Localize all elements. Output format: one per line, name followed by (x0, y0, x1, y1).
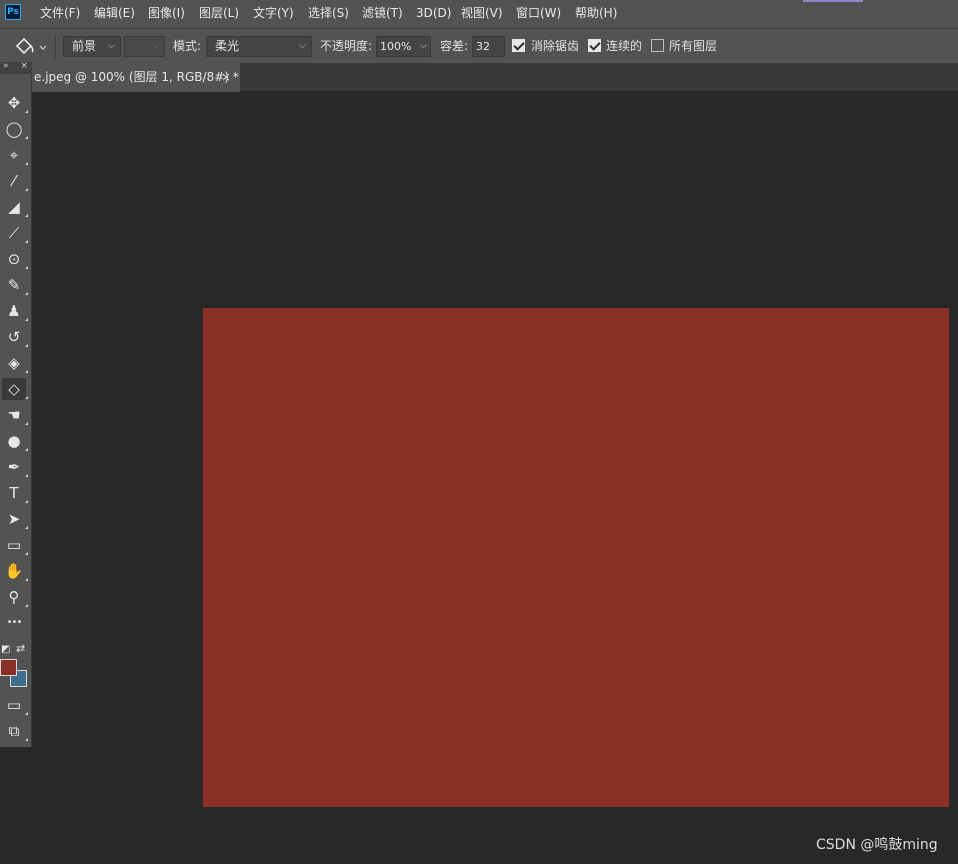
mode-dropdown[interactable]: 柔光 ⌵ (206, 36, 312, 57)
document-canvas[interactable] (203, 308, 949, 807)
app-logo-text: Ps (7, 7, 19, 17)
pen-tool[interactable]: ✒ (2, 456, 28, 478)
options-bar: 前景 ⌵ ⌵ 模式: 柔光 ⌵ 不透明度: 100% ⌵ 容差: 32 消除锯齿… (0, 28, 958, 63)
polygonal-lasso-tool[interactable]: ⌖ (2, 144, 28, 166)
eraser-tool[interactable]: ◈ (2, 352, 28, 374)
menu-help[interactable]: 帮助(H) (575, 4, 617, 22)
close-icon[interactable]: × (221, 63, 231, 92)
move-icon: ✥ (7, 94, 21, 112)
smudge-icon: ☚ (7, 406, 21, 424)
tolerance-field[interactable]: 32 (472, 36, 505, 57)
default-colors-icon[interactable]: ◩ (1, 644, 10, 655)
photoshop-logo-icon[interactable]: Ps (5, 4, 21, 20)
ellipsis-icon: ••• (6, 617, 23, 628)
dodge-icon: ● (7, 432, 21, 450)
magic-wand-icon: ⁄ (12, 172, 16, 190)
document-tab-bar: e.jpeg @ 100% (图层 1, RGB/8#) * × (0, 63, 958, 92)
opacity-value: 100% (380, 40, 412, 53)
path-select-icon: ➤ (7, 510, 21, 528)
history-brush-tool[interactable]: ↺ (2, 326, 28, 348)
menu-filter[interactable]: 滤镜(T) (362, 4, 403, 22)
menu-bar: Ps 文件(F) 编辑(E) 图像(I) 图层(L) 文字(Y) 选择(S) 滤… (0, 0, 958, 28)
contiguous-checkbox[interactable] (588, 39, 601, 52)
document-tab[interactable]: e.jpeg @ 100% (图层 1, RGB/8#) * × (32, 63, 240, 92)
history-brush-icon: ↺ (7, 328, 21, 346)
hand-tool[interactable]: ✋ (2, 560, 28, 582)
more-tools[interactable]: ••• (2, 612, 26, 634)
chevron-down-icon: ⌵ (299, 41, 306, 51)
brush-tool[interactable]: ✎ (2, 274, 28, 296)
all-layers-label: 所有图层 (669, 39, 718, 53)
all-layers-checkbox[interactable] (651, 39, 664, 52)
rectangle-icon: ▭ (6, 536, 22, 554)
expand-icon[interactable]: » (3, 61, 9, 71)
chevron-down-icon: ⌵ (152, 41, 159, 51)
pen-icon: ✒ (7, 458, 21, 476)
magic-wand-tool[interactable]: ⁄ (2, 170, 28, 192)
lasso-icon: ⌖ (9, 146, 19, 164)
screen-mode-icon[interactable]: ⧉ (2, 720, 28, 742)
spot-healing-tool[interactable]: ⊙ (2, 248, 28, 270)
smudge-tool[interactable]: ☚ (2, 404, 28, 426)
opacity-field[interactable]: 100% ⌵ (376, 36, 431, 57)
paint-bucket-icon (15, 37, 47, 55)
menu-select[interactable]: 选择(S) (308, 4, 349, 22)
menu-type[interactable]: 文字(Y) (253, 4, 294, 22)
dodge-tool[interactable]: ● (2, 430, 28, 452)
quick-mask-icon[interactable]: ▭ (2, 694, 28, 716)
window-accent-strip (803, 0, 863, 2)
mode-value: 柔光 (215, 39, 240, 53)
eyedropper-tool[interactable]: ⟋ (2, 222, 28, 244)
stamp-icon: ♟ (7, 302, 21, 320)
ellipse-marquee-icon: ◯ (5, 120, 23, 138)
menu-image[interactable]: 图像(I) (148, 4, 185, 22)
brush-icon: ✎ (7, 276, 21, 294)
menu-3d[interactable]: 3D(D) (416, 4, 451, 22)
elliptical-marquee-tool[interactable]: ◯ (2, 118, 28, 140)
watermark: CSDN @鸣鼓ming (816, 837, 938, 853)
healing-icon: ⊙ (7, 250, 21, 268)
opacity-label: 不透明度: (320, 39, 373, 53)
pattern-picker[interactable]: ⌵ (124, 36, 165, 57)
zoom-tool[interactable]: ⚲ (2, 586, 28, 608)
menu-window[interactable]: 窗口(W) (516, 4, 561, 22)
foreground-color-swatch[interactable] (0, 659, 17, 676)
clone-stamp-tool[interactable]: ♟ (2, 300, 28, 322)
eraser-icon: ◈ (8, 354, 20, 372)
hand-icon: ✋ (4, 562, 24, 580)
toolbox-header[interactable]: » × (0, 61, 32, 74)
mode-label: 模式: (173, 39, 202, 53)
toolbox-panel: » × ✥ ◯ ⌖ ⁄ ◢ ⟋ ⊙ ✎ ♟ ↺ ◈ ◇ ☚ ● ✒ T ➤ ▭ ✋ ⚲ ••• ◩ ⇄ ▭ ⧉ (0, 61, 32, 747)
move-tool[interactable]: ✥ (2, 92, 28, 114)
paint-bucket-icon: ◇ (8, 380, 20, 398)
type-icon: T (9, 484, 19, 502)
options-separator (55, 35, 56, 58)
document-tab-title: e.jpeg @ 100% (图层 1, RGB/8#) * (34, 70, 239, 84)
paint-bucket-tool[interactable]: ◇ (2, 378, 28, 400)
menu-view[interactable]: 视图(V) (461, 4, 503, 22)
menu-layer[interactable]: 图层(L) (199, 4, 239, 22)
path-selection-tool[interactable]: ➤ (2, 508, 28, 530)
tool-preset-picker[interactable] (14, 36, 50, 58)
fill-source-dropdown[interactable]: 前景 ⌵ (63, 36, 121, 57)
tolerance-label: 容差: (440, 39, 469, 53)
slice-icon: ◢ (8, 198, 20, 216)
fill-source-value: 前景 (72, 39, 97, 53)
menu-file[interactable]: 文件(F) (40, 4, 80, 22)
swap-colors-icon[interactable]: ⇄ (16, 642, 25, 655)
antialias-label: 消除锯齿 (531, 39, 580, 53)
chevron-down-icon: ⌵ (420, 41, 427, 51)
antialias-checkbox[interactable] (512, 39, 525, 52)
close-icon[interactable]: × (20, 61, 28, 71)
eyedropper-icon: ⟋ (8, 224, 20, 242)
chevron-down-icon: ⌵ (108, 41, 115, 51)
contiguous-label: 连续的 (606, 39, 643, 53)
zoom-icon: ⚲ (8, 588, 20, 606)
crop-tool[interactable]: ◢ (2, 196, 28, 218)
type-tool[interactable]: T (2, 482, 28, 504)
rectangle-tool[interactable]: ▭ (2, 534, 28, 556)
tolerance-value: 32 (476, 40, 490, 53)
menu-edit[interactable]: 编辑(E) (94, 4, 135, 22)
